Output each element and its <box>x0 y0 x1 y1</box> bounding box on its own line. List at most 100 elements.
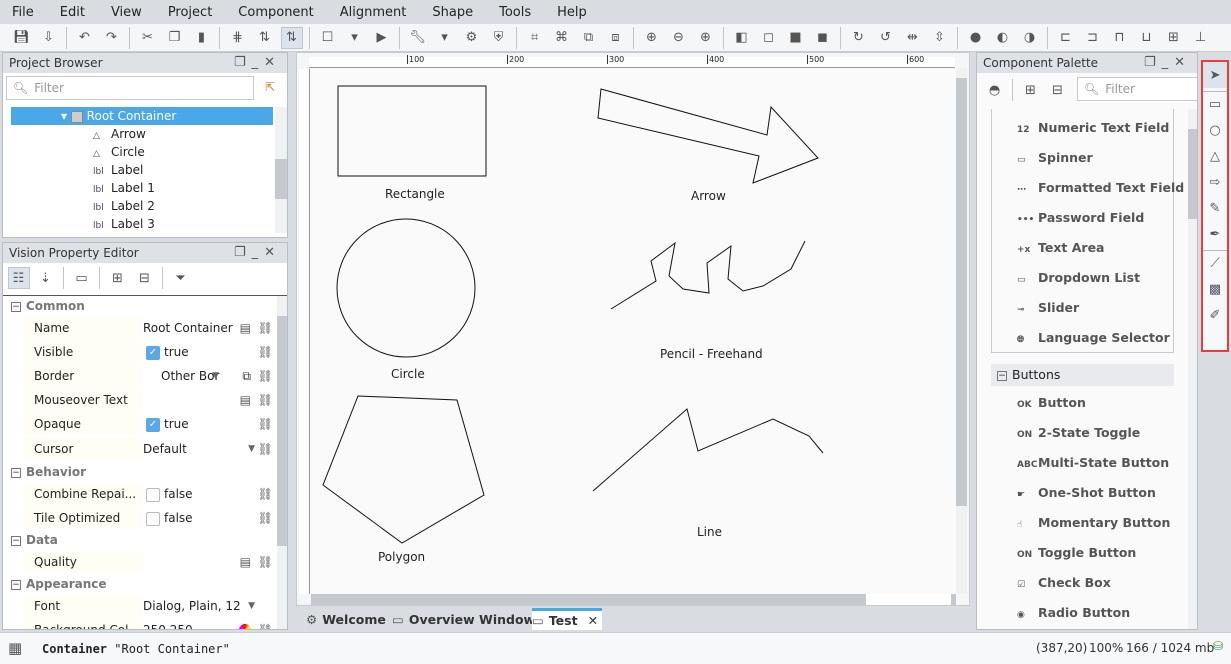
property-value[interactable]: ✓ true ⛓ <box>143 341 277 363</box>
palette-item[interactable]: ▭ Spinner <box>1017 150 1093 165</box>
binding-link-icon[interactable]: ⛓ <box>258 619 273 629</box>
align-center-h-icon[interactable]: ⊥ <box>1190 27 1212 49</box>
menu-view[interactable]: View <box>111 5 142 20</box>
palette-item[interactable]: ⋯ Formatted Text Field <box>1017 180 1184 195</box>
tab-welcome[interactable]: ⚙ Welcome <box>306 608 386 630</box>
property-value[interactable]: Other Bor ▼ ⧉ ⛓ <box>143 365 277 387</box>
wrench-icon[interactable]: 🔧︎ <box>407 27 429 49</box>
checkbox[interactable]: ✓ <box>146 345 160 360</box>
property-value[interactable]: ▤ ⛓ <box>143 389 277 411</box>
menu-alignment[interactable]: Alignment <box>340 5 407 20</box>
binding-link-icon[interactable]: ⛓ <box>258 483 273 505</box>
text-editor-icon[interactable]: ▤ <box>240 551 251 573</box>
zoom-out-icon[interactable]: ⊖ <box>668 27 690 49</box>
flip-h-icon[interactable]: ⇹ <box>902 27 924 49</box>
binding-link-icon[interactable]: ⛓ <box>258 341 273 363</box>
canvas-vscrollbar[interactable] <box>956 68 967 594</box>
palette-scrollbar[interactable] <box>1188 109 1197 629</box>
tree-item[interactable]: lbl Label 3 <box>11 215 273 233</box>
collapse-all-icon[interactable]: ⊟ <box>134 267 156 289</box>
palette-item[interactable]: 🌐︎ Language Selector <box>1017 330 1170 345</box>
label-rectangle[interactable]: Rectangle <box>385 187 445 201</box>
panel-controls[interactable]: ❐_✕ <box>234 245 281 260</box>
copy-icon[interactable]: ❐ <box>164 27 186 49</box>
menu-file[interactable]: File <box>12 5 34 20</box>
ellipse-icon[interactable]: ○ <box>1203 117 1227 143</box>
property-value[interactable]: false ⛓ <box>143 507 277 529</box>
flip-v-icon[interactable]: ⇳ <box>929 27 951 49</box>
undo-icon[interactable]: ↶ <box>74 27 96 49</box>
palette-item[interactable]: ON Toggle Button <box>1017 545 1136 560</box>
checkbox[interactable] <box>146 511 160 526</box>
property-value[interactable]: Dialog, Plain, 12 ▼ <box>143 595 277 617</box>
canvas-hscrollbar[interactable] <box>311 594 956 605</box>
binding-link-icon[interactable]: ⛓ <box>258 551 273 573</box>
database-status-icon[interactable]: ⛁ <box>1213 639 1223 653</box>
binding-link-icon[interactable]: ⛓ <box>258 507 273 529</box>
menu-help[interactable]: Help <box>557 5 587 20</box>
expand-all-icon[interactable]: ⊞ <box>1020 79 1042 101</box>
checkbox[interactable] <box>146 487 160 502</box>
palette-mode-icon[interactable]: ◓ <box>984 79 1006 101</box>
label-line[interactable]: Line <box>697 525 722 539</box>
zoom-actual-icon[interactable]: ⊕ <box>641 27 663 49</box>
align-right-icon[interactable]: ⊐ <box>1082 27 1104 49</box>
collapse-all-icon[interactable]: ⊟ <box>1047 79 1069 101</box>
menu-tools[interactable]: Tools <box>499 5 531 20</box>
shield-icon[interactable]: ⛨ <box>488 27 510 49</box>
dropdown-arrow-icon[interactable]: ▼ <box>248 595 255 617</box>
property-scrollbar[interactable] <box>277 296 287 629</box>
section-common[interactable]: − Common <box>11 299 85 313</box>
zoom-in-icon[interactable]: ⊕ <box>695 27 717 49</box>
label-polygon[interactable]: Polygon <box>378 550 425 564</box>
palette-item[interactable]: ◉ Radio Button <box>1017 605 1130 620</box>
tab-overview-window[interactable]: ▭ Overview Window <box>392 608 535 630</box>
tree-item[interactable]: lbl Label <box>11 161 273 179</box>
menu-project[interactable]: Project <box>168 5 212 20</box>
text-field-icon[interactable]: ▭ <box>71 267 93 289</box>
dropdown-arrow-icon[interactable]: ▼ <box>212 365 219 387</box>
palette-item[interactable]: ON 2-State Toggle <box>1017 425 1140 440</box>
play-icon[interactable]: ▶ <box>371 27 393 49</box>
pointer-icon[interactable]: ➤ <box>1203 62 1227 88</box>
rotate-ccw-icon[interactable]: ↺ <box>875 27 897 49</box>
layer-up-icon[interactable]: ⇅ <box>280 26 303 49</box>
checkbox[interactable]: ✓ <box>146 417 160 432</box>
binding-link-icon[interactable]: ⛓ <box>258 317 273 339</box>
align-bottom-icon[interactable]: ⊔ <box>1136 27 1158 49</box>
send-back-icon[interactable]: ◻ <box>758 27 780 49</box>
ungroup-icon[interactable]: ⌘ <box>551 27 573 49</box>
arrow-icon[interactable]: ⇨ <box>1203 169 1227 195</box>
snap-icon[interactable]: ⋕ <box>227 27 249 49</box>
section-data[interactable]: − Data <box>11 533 58 547</box>
label-arrow[interactable]: Arrow <box>691 189 726 203</box>
dropdown-arrow-icon[interactable]: ▼ <box>248 438 255 460</box>
union-icon[interactable]: ● <box>965 27 987 49</box>
label-pencil[interactable]: Pencil - Freehand <box>660 347 763 361</box>
property-value[interactable]: Root Container ▤ ⛓ <box>143 317 277 339</box>
pencil-icon[interactable]: ✎ <box>1203 195 1227 221</box>
buttons-section-header[interactable]: − Buttons <box>991 364 1174 386</box>
binding-link-icon[interactable]: ⛓ <box>258 365 273 387</box>
expand-all-icon[interactable]: ⊞ <box>107 267 129 289</box>
group-icon[interactable]: ⌗ <box>524 27 546 49</box>
property-value[interactable]: ▤ ⛓ <box>143 551 277 573</box>
palette-item[interactable]: ☝ Momentary Button <box>1017 515 1170 530</box>
tree-item[interactable]: lbl Label 1 <box>11 179 273 197</box>
binding-link-icon[interactable]: ⛓ <box>258 389 273 411</box>
border-editor-icon[interactable]: ⧉ <box>242 365 251 387</box>
property-value[interactable]: ✓ true ⛓ <box>143 413 277 435</box>
panel-controls[interactable]: ❐_✕ <box>1144 55 1191 70</box>
panel-controls[interactable]: ❐_✕ <box>234 55 281 70</box>
design-window[interactable] <box>297 53 971 607</box>
property-value[interactable]: false ⛓ <box>143 483 277 505</box>
settings-icon[interactable]: ⚙ <box>461 27 483 49</box>
subtract-icon[interactable]: ◐ <box>992 27 1014 49</box>
label-circle[interactable]: Circle <box>391 367 425 381</box>
palette-filter-input[interactable]: 🔍︎ Filter <box>1077 77 1197 101</box>
save-as-icon[interactable]: ⇩ <box>38 27 60 49</box>
intersect-icon[interactable]: ◑ <box>1019 27 1041 49</box>
categorized-icon[interactable]: ☷ <box>7 267 30 289</box>
window-icon[interactable]: ☐ <box>317 27 339 49</box>
section-appearance[interactable]: − Appearance <box>11 577 107 591</box>
